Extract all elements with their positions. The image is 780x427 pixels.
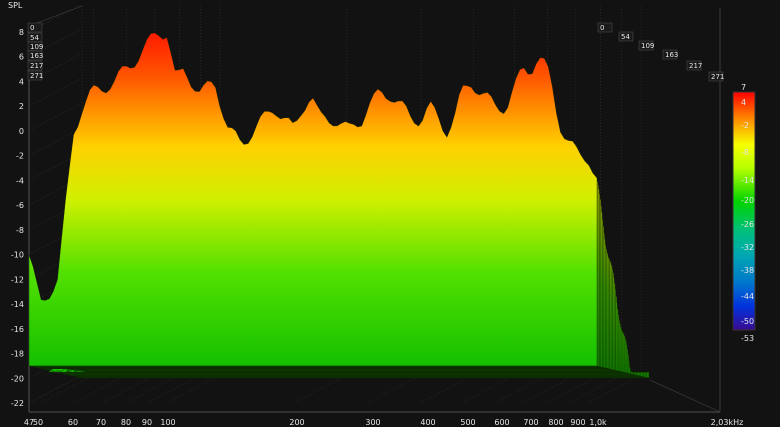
y-tick-label: -16 <box>11 325 24 334</box>
grid-line <box>547 374 601 404</box>
grid-line <box>367 374 422 404</box>
y-tick-label: -2 <box>16 152 24 161</box>
x-tick-label: 400 <box>420 418 435 427</box>
depth-label: 54 <box>30 34 39 42</box>
waterfall-slices <box>28 32 650 379</box>
y-tick-label: -12 <box>11 275 24 284</box>
x-tick-label: 90 <box>142 418 152 427</box>
colorbar-tick-label: -38 <box>741 266 754 275</box>
grid-line <box>587 374 642 404</box>
waterfall-chart: SPL 8 6 4 2 0 -2 -4 -6 -8 -10 -12 -14 -16 -18 -20 -22 4… <box>0 0 780 427</box>
y-tick-label: 8 <box>19 28 24 37</box>
x-tick-label: 800 <box>548 418 563 427</box>
x-tick-label: 2,03kHz <box>711 418 744 427</box>
y-tick-label: -18 <box>11 350 24 359</box>
y-tick-label: 6 <box>19 53 24 62</box>
y-tick-label: 2 <box>19 102 24 111</box>
grid-line <box>568 374 622 404</box>
colorbar-tick-label: -32 <box>741 243 754 252</box>
grid-line <box>522 374 576 404</box>
colorbar-tick-label: -53 <box>741 334 754 343</box>
depth-label: 54 <box>621 33 630 41</box>
grid-line <box>293 374 347 404</box>
grid-line <box>28 374 83 404</box>
colorbar-tick-label: -14 <box>741 176 754 185</box>
depth-label: 163 <box>30 52 43 60</box>
grid-line <box>147 374 201 404</box>
y-tick-label: 4 <box>19 77 24 86</box>
axis-line <box>649 379 721 413</box>
colorbar-tick-label: -8 <box>741 148 749 157</box>
depth-label: 0 <box>600 24 604 32</box>
colorbar-tick-label: 7 <box>741 83 746 92</box>
y-tick-label: -10 <box>11 251 24 260</box>
y-tick-labels: 8 6 4 2 0 -2 -4 -6 -8 -10 -12 -14 -16 -18 -20 -22 <box>11 28 24 408</box>
depth-label: 271 <box>711 73 724 81</box>
colorbar-tick-label: -26 <box>741 220 754 229</box>
grid-line <box>28 77 83 107</box>
x-tick-labels: 4750 60 70 80 90 100 200 300 400 500 600 700 800 900 1… <box>24 418 743 427</box>
grid-line <box>126 374 180 404</box>
depth-label: 163 <box>665 51 678 59</box>
colorbar-tick-label: -20 <box>741 196 754 205</box>
depth-label: 271 <box>30 72 43 80</box>
colorbar-tick-label: -50 <box>741 317 754 326</box>
grid-line <box>420 374 474 404</box>
depth-label: 0 <box>30 24 34 32</box>
y-axis-title: SPL <box>8 1 23 10</box>
x-tick-label: 80 <box>121 418 131 427</box>
x-tick-label: 900 <box>570 418 585 427</box>
x-tick-label: 1,0k <box>589 418 607 427</box>
y-tick-label: -4 <box>16 176 24 185</box>
depth-label: 109 <box>30 43 43 51</box>
grid-line <box>73 374 127 404</box>
depth-label: 217 <box>30 62 43 70</box>
y-tick-label: -6 <box>16 201 24 210</box>
colorbar-tick-label: 4 <box>741 98 746 107</box>
x-tick-label: 50 <box>33 418 43 427</box>
grid-line <box>101 374 155 404</box>
x-tick-label: 600 <box>494 418 509 427</box>
grid-line <box>40 374 94 404</box>
depth-label: 217 <box>689 62 702 70</box>
grid-line <box>28 374 83 404</box>
waterfall-plot: SPL 86420-2-4-6-8-10-12-14-16-18-20-22 4… <box>8 1 756 427</box>
x-tick-label: 300 <box>365 418 380 427</box>
y-tick-label: -22 <box>11 399 24 408</box>
colorbar-tick-label: -44 <box>741 292 754 301</box>
grid-line <box>166 374 221 404</box>
y-tick-label: -20 <box>11 374 24 383</box>
x-tick-label: 100 <box>160 418 175 427</box>
grid-line <box>461 374 515 404</box>
x-tick-label: 700 <box>523 418 538 427</box>
y-tick-label: 0 <box>19 127 24 136</box>
waterfall-slice <box>28 32 598 367</box>
x-tick-label: 60 <box>68 418 78 427</box>
grid-line <box>494 374 548 404</box>
y-tick-label: -8 <box>16 226 24 235</box>
x-tick-label: 500 <box>460 418 475 427</box>
colorbar-tick-label: -2 <box>741 121 749 130</box>
y-tick-label: -14 <box>11 300 24 309</box>
depth-label: 109 <box>641 42 654 50</box>
x-tick-label: 200 <box>289 418 304 427</box>
grid-line <box>28 102 83 132</box>
x-tick-label: 70 <box>96 418 106 427</box>
